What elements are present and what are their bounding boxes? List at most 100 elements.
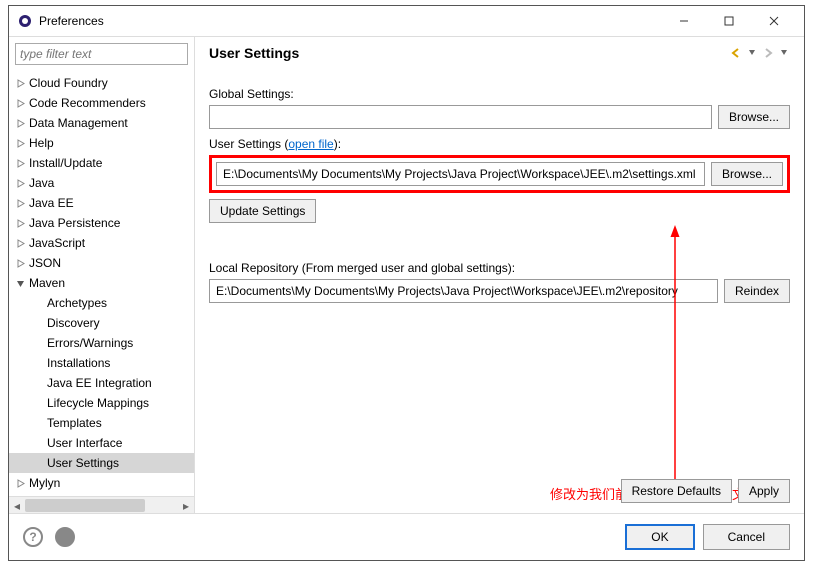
tree-item-discovery[interactable]: Discovery — [9, 313, 194, 333]
tree-item-label: Discovery — [47, 316, 100, 330]
filter-container — [15, 43, 188, 65]
tree-item-java-persistence[interactable]: Java Persistence — [9, 213, 194, 233]
preferences-dialog: Preferences Cloud Foundry Code Recommende… — [8, 5, 805, 561]
user-settings-browse-button[interactable]: Browse... — [711, 162, 783, 186]
minimize-button[interactable] — [661, 7, 706, 35]
preferences-tree[interactable]: Cloud Foundry Code Recommenders Data Manag… — [9, 71, 194, 496]
page-header: User Settings — [195, 37, 804, 69]
tree-item-install-update[interactable]: Install/Update — [9, 153, 194, 173]
global-settings-row: Browse... — [209, 105, 790, 129]
tree-item-label: User Interface — [47, 436, 122, 450]
record-icon[interactable] — [55, 527, 75, 547]
tree-item-label: Maven — [29, 276, 65, 290]
tree-item-user-settings[interactable]: User Settings — [9, 453, 194, 473]
scroll-right-icon[interactable]: ▸ — [178, 497, 194, 514]
tree-item-java-ee[interactable]: Java EE — [9, 193, 194, 213]
chevron-right-icon[interactable] — [13, 256, 27, 270]
tree-item-label: Data Management — [29, 116, 128, 130]
forward-dropdown-icon[interactable] — [778, 47, 790, 59]
chevron-right-icon[interactable] — [13, 156, 27, 170]
user-settings-input[interactable] — [216, 162, 705, 186]
chevron-right-icon — [31, 396, 45, 410]
tree-item-label: Install/Update — [29, 156, 102, 170]
global-settings-label: Global Settings: — [209, 87, 790, 101]
tree-item-label: Code Recommenders — [29, 96, 146, 110]
tree-item-label: Templates — [47, 416, 102, 430]
tree-item-label: Cloud Foundry — [29, 76, 108, 90]
page-title: User Settings — [209, 45, 730, 61]
chevron-right-icon — [31, 316, 45, 330]
chevron-right-icon[interactable] — [13, 216, 27, 230]
page-content: Global Settings: Browse... User Settings… — [195, 69, 804, 513]
tree-item-maven[interactable]: Maven — [9, 273, 194, 293]
open-file-link[interactable]: open file — [288, 137, 333, 151]
tree-item-label: Errors/Warnings — [47, 336, 133, 350]
tree-item-java[interactable]: Java — [9, 173, 194, 193]
back-dropdown-icon[interactable] — [746, 47, 758, 59]
help-icons: ? — [23, 527, 75, 547]
update-settings-button[interactable]: Update Settings — [209, 199, 316, 223]
help-icon[interactable]: ? — [23, 527, 43, 547]
chevron-right-icon[interactable] — [13, 176, 27, 190]
chevron-right-icon[interactable] — [13, 236, 27, 250]
tree-item-label: JSON — [29, 256, 61, 270]
forward-icon[interactable] — [762, 47, 774, 59]
titlebar: Preferences — [9, 6, 804, 36]
maximize-button[interactable] — [706, 7, 751, 35]
right-panel: User Settings Global Settings: Browse... — [195, 37, 804, 513]
chevron-right-icon — [31, 336, 45, 350]
footer: ? OK Cancel — [9, 513, 804, 560]
chevron-right-icon[interactable] — [13, 476, 27, 490]
chevron-right-icon[interactable] — [13, 196, 27, 210]
window-title: Preferences — [39, 14, 661, 28]
chevron-right-icon — [31, 296, 45, 310]
tree-item-java-ee-integration[interactable]: Java EE Integration — [9, 373, 194, 393]
restore-defaults-button[interactable]: Restore Defaults — [621, 479, 732, 503]
page-nav — [730, 47, 790, 59]
tree-item-mylyn[interactable]: Mylyn — [9, 473, 194, 493]
back-icon[interactable] — [730, 47, 742, 59]
tree-item-help[interactable]: Help — [9, 133, 194, 153]
chevron-right-icon — [31, 356, 45, 370]
apply-button[interactable]: Apply — [738, 479, 790, 503]
filter-input[interactable] — [15, 43, 188, 65]
tree-item-installations[interactable]: Installations — [9, 353, 194, 373]
scroll-left-icon[interactable]: ◂ — [9, 497, 25, 514]
chevron-right-icon — [31, 456, 45, 470]
cancel-button[interactable]: Cancel — [703, 524, 790, 550]
chevron-right-icon[interactable] — [13, 116, 27, 130]
global-settings-browse-button[interactable]: Browse... — [718, 105, 790, 129]
tree-item-user-interface[interactable]: User Interface — [9, 433, 194, 453]
chevron-right-icon[interactable] — [13, 76, 27, 90]
main-area: Cloud Foundry Code Recommenders Data Manag… — [9, 36, 804, 513]
chevron-right-icon[interactable] — [13, 96, 27, 110]
chevron-right-icon[interactable] — [13, 136, 27, 150]
tree-item-data-management[interactable]: Data Management — [9, 113, 194, 133]
chevron-down-icon[interactable] — [13, 276, 27, 290]
chevron-right-icon — [31, 416, 45, 430]
tree-item-archetypes[interactable]: Archetypes — [9, 293, 194, 313]
tree-item-label: Archetypes — [47, 296, 107, 310]
user-settings-label: User Settings (open file): — [209, 137, 790, 151]
local-repo-row: Reindex — [209, 279, 790, 303]
tree-item-label: Java EE — [29, 196, 74, 210]
tree-item-javascript[interactable]: JavaScript — [9, 233, 194, 253]
global-settings-input[interactable] — [209, 105, 712, 129]
tree-item-lifecycle-mappings[interactable]: Lifecycle Mappings — [9, 393, 194, 413]
tree-item-label: Installations — [47, 356, 110, 370]
local-repo-input[interactable] — [209, 279, 718, 303]
tree-item-code-recommenders[interactable]: Code Recommenders — [9, 93, 194, 113]
tree-item-errors-warnings[interactable]: Errors/Warnings — [9, 333, 194, 353]
user-settings-row: Browse... — [216, 162, 783, 186]
user-settings-label-suffix: ): — [334, 137, 341, 151]
ok-button[interactable]: OK — [625, 524, 694, 550]
horizontal-scrollbar[interactable]: ◂ ▸ — [9, 496, 194, 513]
tree-item-cloud-foundry[interactable]: Cloud Foundry — [9, 73, 194, 93]
close-button[interactable] — [751, 7, 796, 35]
dialog-body: Cloud Foundry Code Recommenders Data Manag… — [9, 36, 804, 560]
reindex-button[interactable]: Reindex — [724, 279, 790, 303]
tree-item-json[interactable]: JSON — [9, 253, 194, 273]
app-icon — [17, 13, 33, 29]
tree-item-templates[interactable]: Templates — [9, 413, 194, 433]
scrollbar-thumb[interactable] — [25, 499, 145, 512]
